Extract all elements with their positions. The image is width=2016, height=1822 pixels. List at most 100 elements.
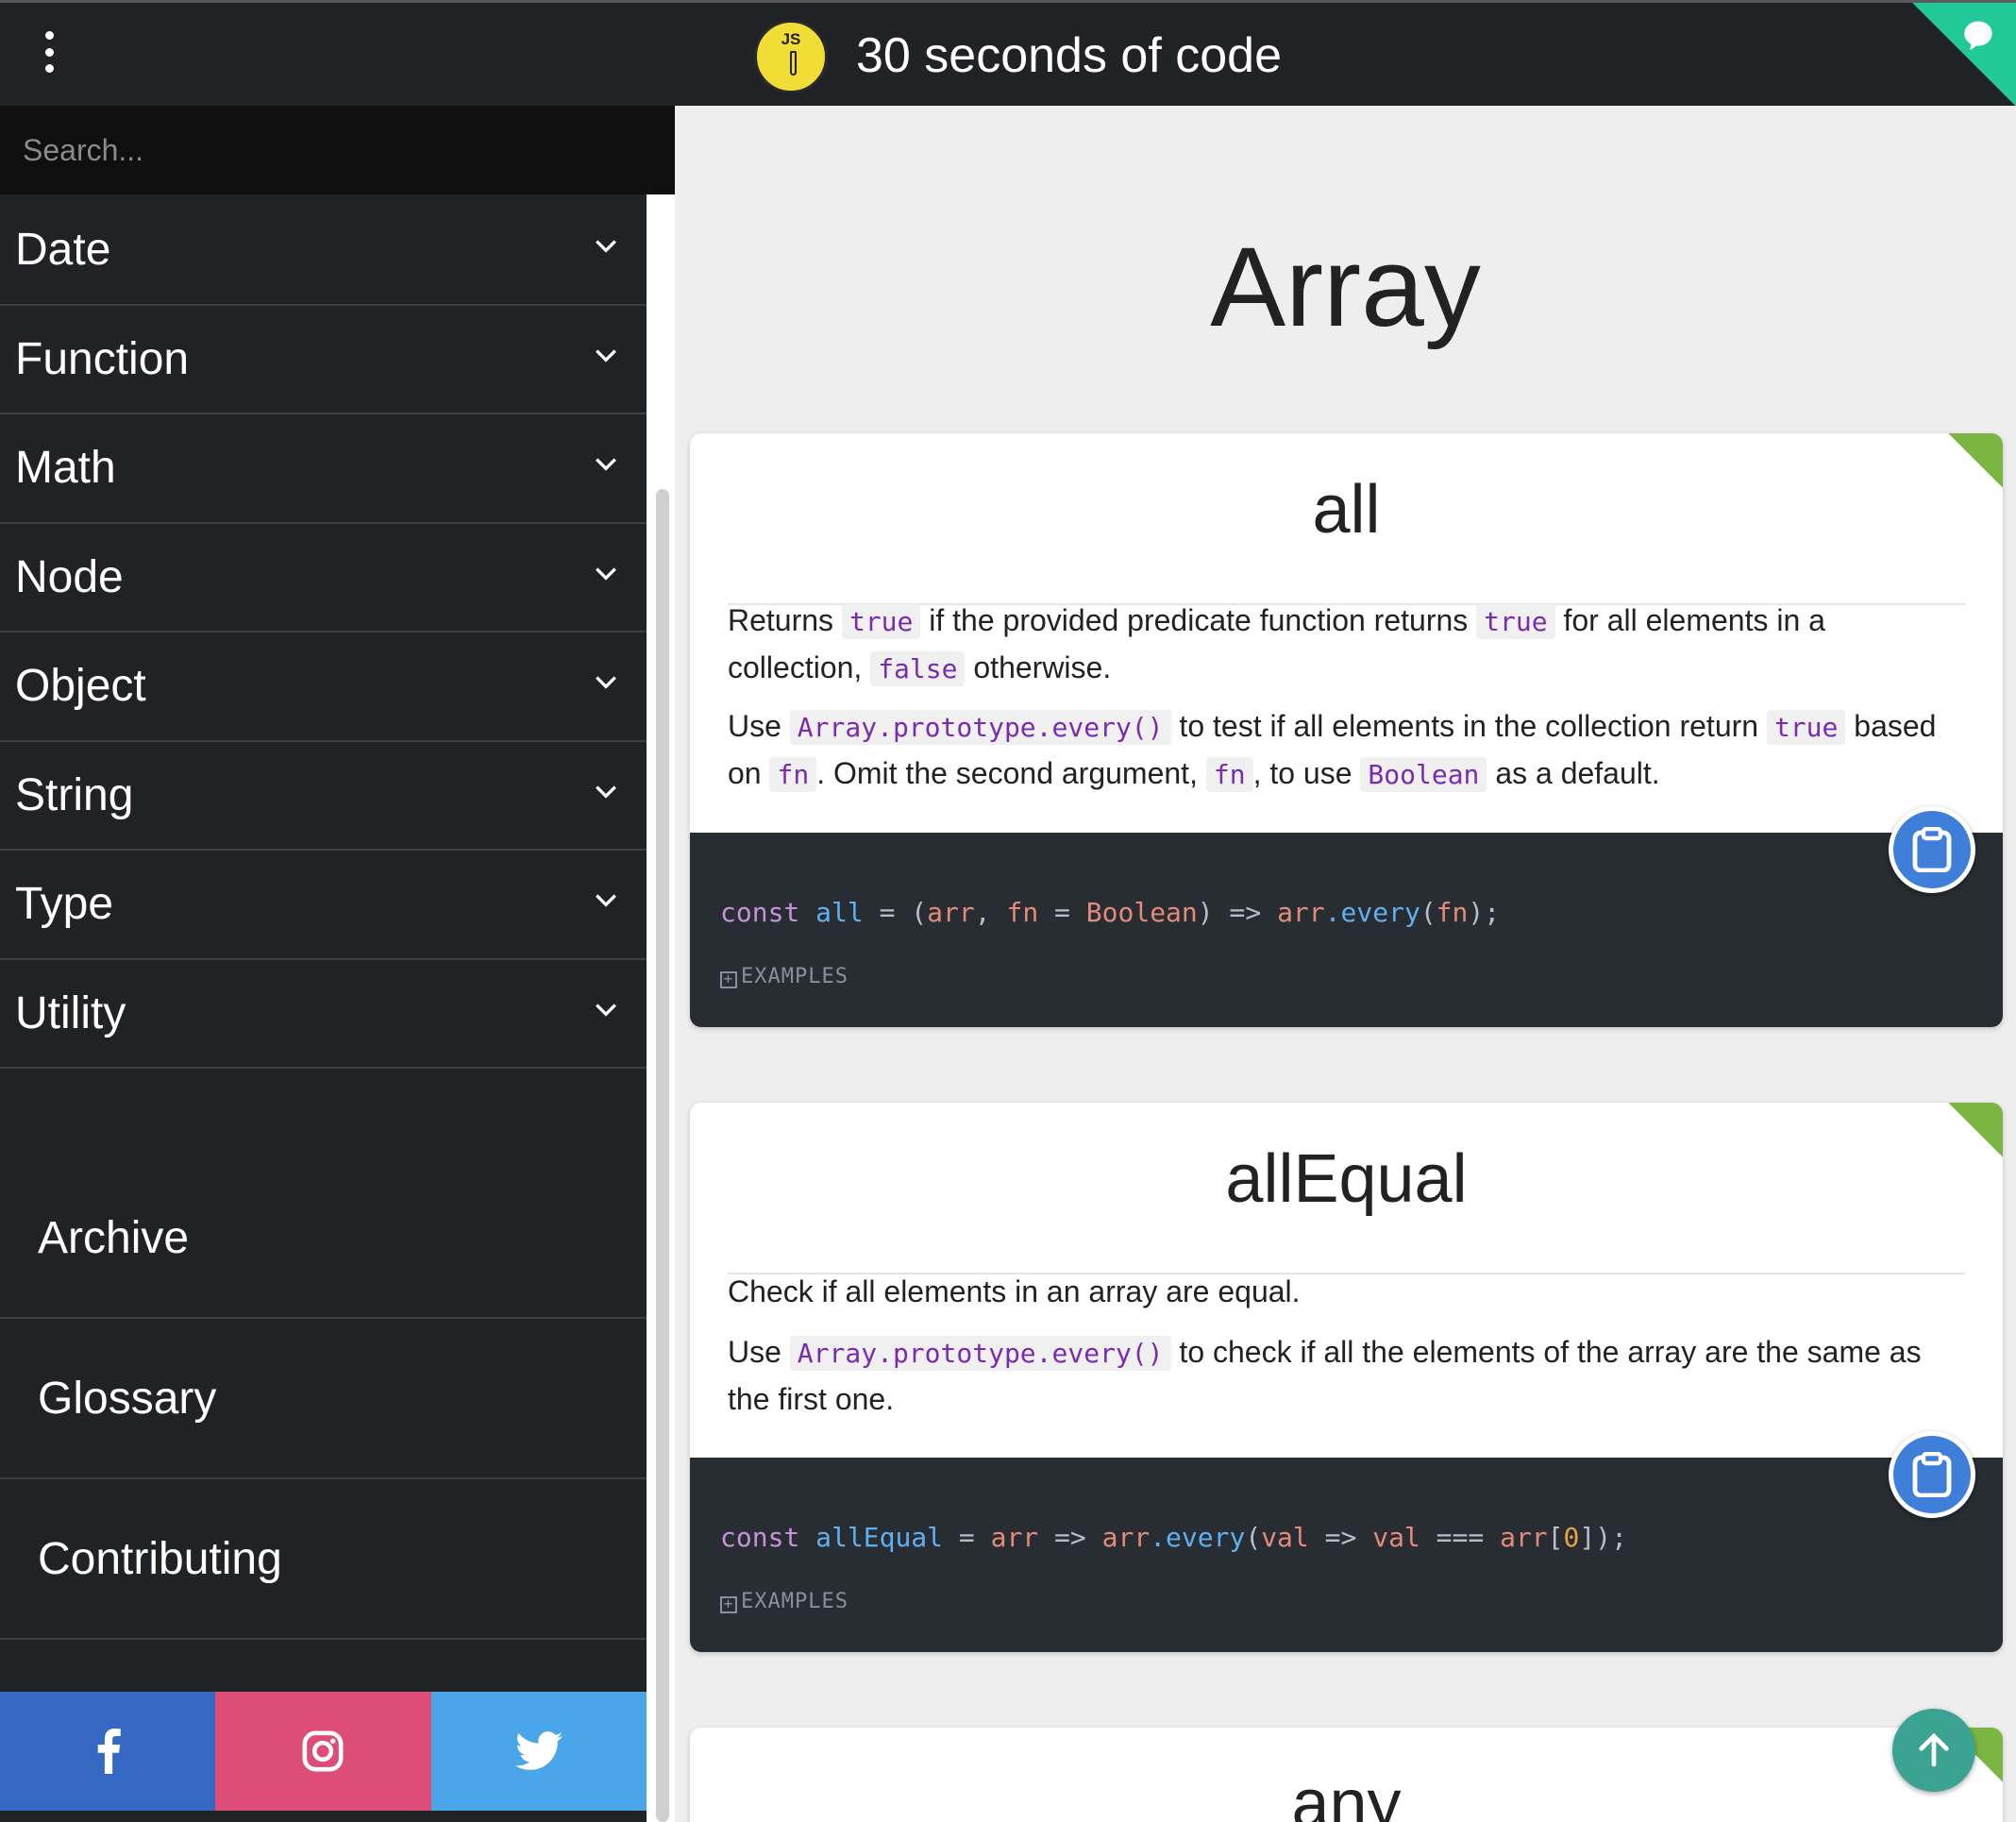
snippet-description: Use Array.prototype.every() to check if … — [728, 1329, 1965, 1422]
expand-plus-icon: + — [720, 1596, 737, 1613]
snippet-card-allequal: allEqual Check if all elements in an arr… — [690, 1103, 2003, 1652]
code-token: ) => — [1197, 897, 1278, 928]
chevron-down-icon — [596, 458, 616, 471]
inline-code: false — [870, 651, 966, 686]
code-token: arr — [1101, 1522, 1151, 1553]
code-token: => — [1038, 1522, 1102, 1553]
inline-code: Array.prototype.every() — [789, 710, 1171, 745]
code-token: = ( — [863, 897, 928, 928]
code-token: ); — [1468, 897, 1501, 928]
inline-code: true — [1766, 710, 1846, 745]
chevron-down-icon — [596, 894, 616, 907]
code-block[interactable]: const allEqual = arr => arr.every(val =>… — [690, 1458, 2003, 1652]
desc-text: as a default. — [1495, 756, 1660, 790]
inline-code: Array.prototype.every() — [789, 1336, 1171, 1371]
sidebar-item-utility[interactable]: Utility — [0, 960, 647, 1069]
chevron-down-icon — [596, 784, 616, 799]
copy-button[interactable] — [1889, 1431, 1975, 1518]
page-title: Array — [1210, 224, 1481, 350]
desc-text: , to use — [1252, 756, 1352, 790]
code-token: val — [1261, 1522, 1309, 1553]
examples-toggle[interactable]: + EXAMPLES — [720, 1590, 848, 1613]
arrow-up-icon — [1919, 1732, 1949, 1767]
chevron-down-icon — [596, 566, 616, 581]
snippet-description: Use Array.prototype.every() to test if a… — [728, 703, 1965, 798]
code-token: arr — [990, 1522, 1039, 1553]
inline-code: true — [1476, 604, 1555, 639]
copy-button[interactable] — [1889, 806, 1975, 893]
twitter-icon — [514, 1731, 563, 1770]
sidebar-item-label: Node — [15, 551, 124, 602]
github-octocat-icon — [1964, 21, 1992, 50]
instagram-icon — [303, 1730, 344, 1772]
code-token: val — [1372, 1522, 1420, 1553]
snippet-card-all: all Returns true if the provided predica… — [690, 433, 2003, 1027]
sidebar-item-string[interactable]: String — [0, 742, 647, 851]
sidebar-item-function[interactable]: Function — [0, 306, 647, 414]
instagram-button[interactable] — [215, 1692, 431, 1811]
code-token: ); — [1595, 1522, 1627, 1553]
examples-toggle[interactable]: + EXAMPLES — [720, 965, 848, 988]
code-token: allEqual — [815, 1522, 944, 1553]
sidebar-item-label: Type — [15, 879, 114, 930]
desc-text: Check if all elements in an array are eq… — [728, 1274, 1301, 1308]
desc-text: Returns — [728, 603, 834, 637]
snippet-description: Check if all elements in an array are eq… — [728, 1269, 1965, 1314]
sidebar-item-object[interactable]: Object — [0, 633, 647, 742]
desc-text: Use — [728, 709, 781, 743]
category-list: Date Function Math Node Object String Ty… — [0, 196, 647, 1069]
clipboard-icon — [1912, 1452, 1952, 1497]
site-title[interactable]: 30 seconds of code — [856, 27, 1282, 84]
code-token: ( — [1420, 897, 1436, 928]
scrollbar-thumb[interactable] — [656, 489, 669, 1822]
code-token: const — [720, 1522, 800, 1553]
sidebar-item-label: String — [15, 769, 134, 820]
chevron-down-icon — [596, 1003, 616, 1017]
sidebar-item-label: Date — [15, 225, 111, 276]
sidebar-item-type[interactable]: Type — [0, 851, 647, 960]
desc-text: if the provided predicate function retur… — [929, 603, 1469, 637]
code-token: = — [943, 1522, 991, 1553]
inline-code: fn — [769, 757, 817, 792]
code-token: , — [974, 897, 1007, 928]
twitter-button[interactable] — [430, 1692, 647, 1811]
sidebar-item-date[interactable]: Date — [0, 196, 647, 306]
snippet-title[interactable]: any — [728, 1765, 1965, 1822]
sidebar-item-label: Function — [15, 333, 190, 384]
snippet-title[interactable]: all — [728, 471, 1965, 605]
sidebar-link-archive[interactable]: Archive — [0, 1158, 647, 1319]
chevron-down-icon — [596, 348, 616, 363]
inline-code: true — [841, 604, 921, 639]
facebook-button[interactable] — [0, 1692, 216, 1811]
code-token: .every — [1150, 1522, 1246, 1553]
sidebar-link-glossary[interactable]: Glossary — [0, 1319, 647, 1479]
code-token: fn — [1006, 897, 1039, 928]
logo-text: JS — [781, 30, 801, 48]
scroll-to-top-button[interactable] — [1892, 1709, 1975, 1792]
social-bar — [0, 1692, 647, 1811]
sidebar-scrollbar[interactable] — [647, 194, 675, 1822]
code-token: arr — [1500, 1522, 1548, 1553]
kebab-menu-icon[interactable] — [38, 31, 60, 73]
sidebar-link-contributing[interactable]: Contributing — [0, 1479, 647, 1640]
code-token: all — [815, 897, 864, 928]
examples-label: EXAMPLES — [741, 965, 848, 988]
code-line: const all = (arr, fn = Boolean) => arr.e… — [720, 897, 1500, 928]
code-token: ( — [1245, 1522, 1262, 1553]
search-input[interactable] — [0, 106, 675, 194]
inline-code: fn — [1205, 757, 1253, 792]
code-token: => — [1308, 1522, 1373, 1553]
facebook-icon — [97, 1729, 121, 1774]
examples-label: EXAMPLES — [741, 1590, 848, 1613]
code-block[interactable]: const all = (arr, fn = Boolean) => arr.e… — [690, 833, 2003, 1027]
sidebar-item-node[interactable]: Node — [0, 524, 647, 633]
desc-text: Use — [728, 1335, 781, 1369]
code-token: === — [1420, 1522, 1501, 1553]
sidebar-item-math[interactable]: Math — [0, 414, 647, 524]
desc-text: to test if all elements in the collectio… — [1179, 709, 1759, 743]
stopwatch-hand-icon — [790, 51, 797, 76]
inline-code: Boolean — [1360, 757, 1487, 792]
snippet-title[interactable]: allEqual — [728, 1140, 1965, 1274]
github-corner[interactable] — [1912, 3, 2016, 107]
code-token: ] — [1579, 1522, 1596, 1553]
